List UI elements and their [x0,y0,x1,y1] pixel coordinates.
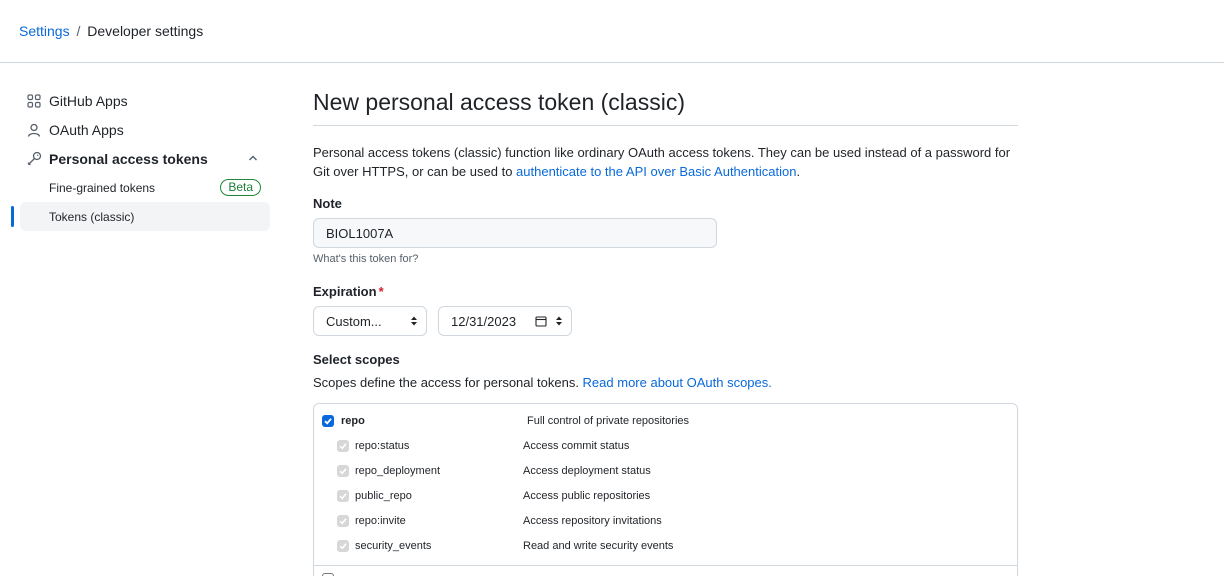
sidebar: GitHub Apps OAuth Apps Personal access t… [11,86,270,231]
breadcrumb-settings-link[interactable]: Settings [19,23,70,39]
expiration-date-input[interactable]: 12/31/2023 [438,306,572,336]
checkmark-icon [324,418,332,425]
calendar-icon[interactable] [535,315,547,327]
page-description: Personal access tokens (classic) functio… [313,143,1018,181]
scope-description: Read and write security events [523,540,674,552]
page-title: New personal access token (classic) [313,89,685,115]
sidebar-item-label: Personal access tokens [49,150,208,167]
expiration-select-value: Custom... [326,313,382,329]
scope-name: repo:invite [355,515,406,527]
note-hint: What's this token for? [313,253,419,265]
checkmark-icon [339,493,347,500]
sidebar-item-label: Fine-grained tokens [49,180,156,195]
checkmark-icon [339,443,347,450]
sidebar-item-github-apps[interactable]: GitHub Apps [20,86,270,115]
key-icon [26,151,42,167]
scope-row-repo-deployment[interactable]: repo_deployment Access deployment status [314,462,1017,482]
scope-row-next[interactable] [314,570,1017,576]
description-end: . [796,164,801,179]
date-stepper-icon[interactable] [555,315,563,327]
breadcrumb: Settings / Developer settings [19,23,203,39]
expiration-label-text: Expiration [313,284,377,299]
scope-description: Access deployment status [523,465,651,477]
scope-row-public-repo[interactable]: public_repo Access public repositories [314,487,1017,507]
scope-name: repo [341,415,365,427]
required-mark: * [378,284,384,299]
basic-auth-link[interactable]: authenticate to the API over Basic Authe… [516,164,796,179]
oauth-scopes-link[interactable]: Read more about OAuth scopes. [583,375,772,390]
note-label: Note [313,196,342,211]
top-bar: Settings / Developer settings [0,0,1224,63]
scopes-description-text: Scopes define the access for personal to… [313,375,583,390]
expiration-label: Expiration * [313,284,384,299]
security-events-checkbox[interactable] [337,540,349,552]
apps-grid-icon [26,93,42,109]
scope-name: public_repo [355,490,412,502]
scope-name: repo:status [355,440,410,452]
breadcrumb-separator: / [76,23,81,39]
scope-description: Access repository invitations [523,515,662,527]
repo-status-checkbox[interactable] [337,440,349,452]
chevron-up-icon[interactable] [246,151,260,165]
scope-name: security_events [355,540,432,552]
select-arrows-icon [411,316,417,326]
scope-description: Access commit status [523,440,630,452]
active-indicator [11,206,14,227]
sidebar-item-label: GitHub Apps [49,92,128,109]
scopes-box: repo Full control of private repositorie… [313,403,1018,576]
sidebar-item-fine-grained-tokens[interactable]: Fine-grained tokens Beta [20,173,270,202]
expiration-select[interactable]: Custom... [313,306,427,336]
scope-name: repo_deployment [355,465,441,477]
note-input[interactable] [313,218,717,248]
person-icon [26,122,42,138]
scope-row-repo-status[interactable]: repo:status Access commit status [314,437,1017,457]
scope-description: Full control of private repositories [527,415,690,427]
sidebar-item-label: Tokens (classic) [49,209,135,224]
beta-badge: Beta [220,179,261,196]
sidebar-item-personal-access-tokens[interactable]: Personal access tokens [20,144,270,173]
checkmark-icon [339,518,347,525]
repo-deployment-checkbox[interactable] [337,465,349,477]
scope-row-security-events[interactable]: security_events Read and write security … [314,537,1017,557]
title-divider [313,125,1018,126]
repo-checkbox[interactable] [322,415,334,427]
repo-invite-checkbox[interactable] [337,515,349,527]
scopes-description: Scopes define the access for personal to… [313,375,772,390]
checkmark-icon [339,468,347,475]
sidebar-item-oauth-apps[interactable]: OAuth Apps [20,115,270,144]
select-scopes-label: Select scopes [313,352,400,367]
breadcrumb-current: Developer settings [87,23,204,39]
checkmark-icon [339,543,347,550]
expiration-date-value: 12/31/2023 [451,313,517,329]
scope-group-divider [314,565,1017,566]
sidebar-item-tokens-classic[interactable]: Tokens (classic) [11,202,270,231]
public-repo-checkbox[interactable] [337,490,349,502]
sidebar-item-label: OAuth Apps [49,121,124,138]
scope-row-repo[interactable]: repo Full control of private repositorie… [314,412,1017,432]
scope-row-repo-invite[interactable]: repo:invite Access repository invitation… [314,512,1017,532]
scope-description: Access public repositories [523,490,651,502]
